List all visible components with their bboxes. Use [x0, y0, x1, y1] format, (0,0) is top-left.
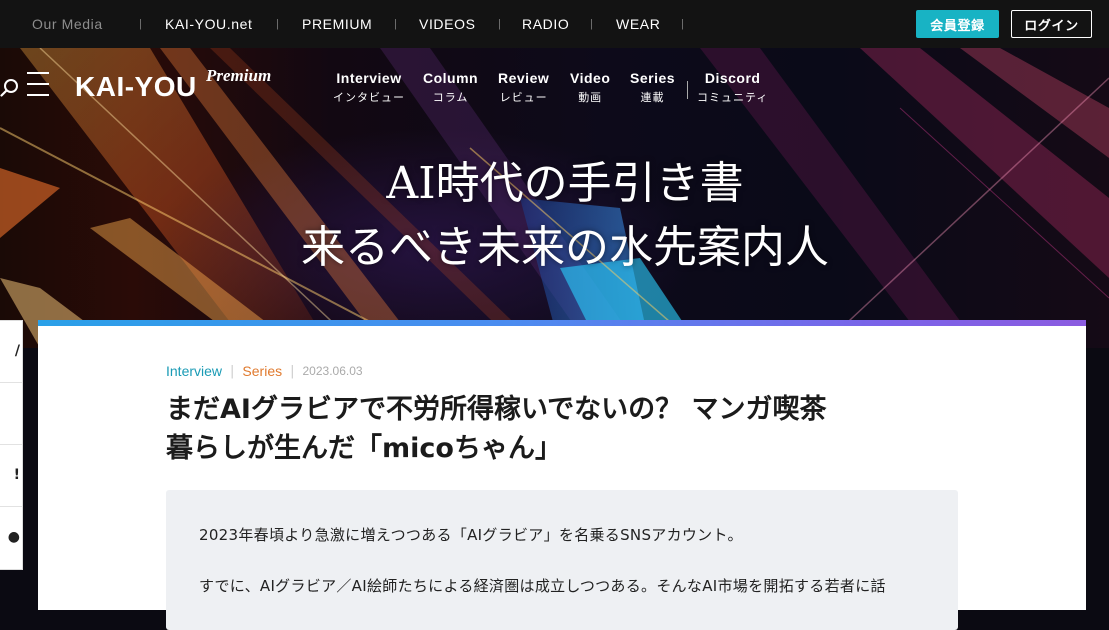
separator: |: [681, 18, 685, 30]
premium-logo-badge: Premium: [206, 66, 272, 85]
share-button[interactable]: !: [0, 445, 22, 507]
nav-divider: [687, 81, 688, 99]
share-icon: /: [14, 343, 20, 359]
nav-label: Review: [498, 70, 550, 86]
nav-sublabel: コミュニティ: [697, 91, 769, 104]
series-link[interactable]: Series: [242, 363, 282, 379]
link-videos[interactable]: VIDEOS: [419, 16, 476, 32]
search-icon[interactable]: [0, 78, 20, 98]
publish-date: 2023.06.03: [302, 364, 363, 378]
category-link[interactable]: Interview: [166, 363, 222, 379]
nav-interview[interactable]: Interview インタビュー: [333, 70, 405, 105]
lead-paragraph: 2023年春頃より急激に増えつつある「AIグラビア」を名乗るSNSアカウント。: [199, 526, 743, 544]
separator: |: [394, 18, 398, 30]
link-kai-you-net[interactable]: KAI-YOU.net: [165, 16, 253, 32]
separator: |: [498, 18, 502, 30]
separator: |: [290, 363, 295, 379]
login-button[interactable]: ログイン: [1011, 10, 1092, 38]
our-media-label: Our Media: [32, 16, 103, 32]
nav-review[interactable]: Review レビュー: [498, 70, 549, 105]
site-logo[interactable]: KAI-YOU: [75, 71, 197, 103]
lead-paragraph: すでに、AIグラビア／AI絵師たちによる経済圏は成立しつつある。そんなAI市場を…: [199, 577, 886, 595]
share-icon: ●: [7, 529, 20, 545]
link-radio[interactable]: RADIO: [522, 16, 569, 32]
share-sidebar: / ! ●: [0, 320, 23, 570]
link-wear[interactable]: WEAR: [616, 16, 660, 32]
nav-column[interactable]: Column コラム: [423, 70, 478, 105]
nav-sublabel: コラム: [432, 91, 469, 104]
nav-label: Interview: [336, 70, 402, 86]
nav-sublabel: 動画: [578, 91, 603, 104]
link-premium[interactable]: PREMIUM: [302, 16, 372, 32]
nav-video[interactable]: Video 動画: [570, 70, 610, 105]
hero-banner: KAI-YOU Premium Interview インタビュー Column …: [0, 48, 1109, 348]
hero-headline-line1: AI時代の手引き書: [386, 158, 744, 209]
separator: |: [230, 363, 235, 379]
separator: |: [590, 18, 594, 30]
article-meta: Interview | Series | 2023.06.03: [166, 363, 363, 379]
hero-headline-line2: 来るべき未来の水先案内人: [301, 222, 829, 273]
article-card: Interview | Series | 2023.06.03 まだAIグラビア…: [38, 320, 1086, 630]
nav-series[interactable]: Series 連載: [630, 70, 675, 105]
article-title: まだAIグラビアで不労所得稼いでないの？ マンガ喫茶 暮らしが生んだ「micoち…: [166, 390, 966, 468]
nav-sublabel: 連載: [640, 91, 665, 104]
top-bar: Our Media | KAI-YOU.net | PREMIUM | VIDE…: [0, 0, 1109, 48]
nav-sublabel: レビュー: [499, 91, 548, 104]
nav-label: Series: [630, 70, 676, 86]
article-title-line: 暮らしが生んだ「micoちゃん」: [166, 433, 562, 464]
register-button[interactable]: 会員登録: [916, 10, 999, 38]
nav-sublabel: インタビュー: [333, 91, 405, 104]
share-button[interactable]: ●: [0, 507, 22, 568]
nav-discord[interactable]: Discord コミュニティ: [697, 70, 768, 105]
share-icon: !: [13, 467, 20, 483]
article-title-line: まだAIグラビアで不労所得稼いでないの？ マンガ喫茶: [166, 394, 827, 425]
hamburger-menu-icon[interactable]: [27, 72, 49, 102]
separator: |: [276, 18, 280, 30]
separator: |: [139, 18, 143, 30]
article-lead-box: 2023年春頃より急激に増えつつある「AIグラビア」を名乗るSNSアカウント。 …: [166, 490, 958, 630]
share-button[interactable]: [0, 383, 22, 445]
card-accent-bar: [38, 320, 1086, 326]
share-button[interactable]: /: [0, 321, 22, 383]
nav-label: Video: [570, 70, 611, 86]
nav-label: Column: [423, 70, 479, 86]
nav-label: Discord: [704, 70, 761, 86]
